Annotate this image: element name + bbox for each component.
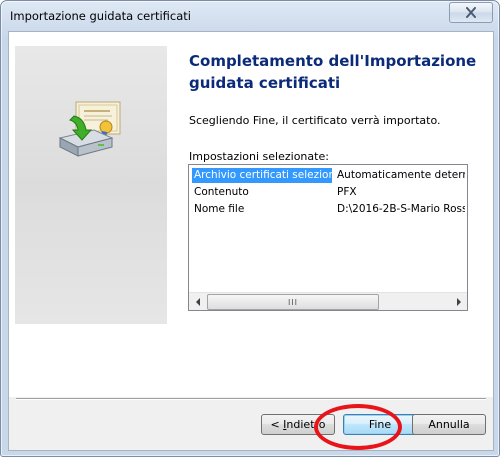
wizard-client-area: Completamento dell'Importazione guidata … bbox=[8, 31, 494, 451]
settings-listview[interactable]: Archivio certificati selezionato Automat… bbox=[188, 164, 468, 311]
close-icon bbox=[466, 7, 476, 18]
setting-property: Nome file bbox=[194, 203, 245, 215]
back-prefix: < bbox=[270, 418, 284, 431]
scrollbar-thumb[interactable]: III bbox=[207, 294, 379, 310]
scrollbar-grip: III bbox=[287, 297, 299, 307]
cancel-button[interactable]: Annulla bbox=[412, 414, 486, 435]
page-description: Scegliendo Fine, il certificato verrà im… bbox=[189, 114, 441, 127]
button-separator bbox=[16, 398, 486, 400]
list-item[interactable]: Nome file D:\2016-2B-S-Mario Rossi bbox=[189, 202, 467, 217]
setting-property: Contenuto bbox=[194, 186, 249, 198]
horizontal-scrollbar[interactable]: III bbox=[189, 292, 467, 310]
window-title: Importazione guidata certificati bbox=[10, 9, 191, 23]
setting-property: Archivio certificati selezionato bbox=[192, 168, 332, 183]
scroll-left-arrow-icon bbox=[195, 297, 200, 306]
setting-value: Automaticamente determi bbox=[337, 169, 465, 181]
wizard-page: Completamento dell'Importazione guidata … bbox=[9, 32, 493, 397]
certificate-install-icon bbox=[58, 101, 121, 157]
scroll-right-button[interactable] bbox=[450, 293, 467, 310]
finish-highlight-annotation bbox=[314, 404, 402, 450]
wizard-side-panel bbox=[15, 46, 167, 324]
list-item[interactable]: Contenuto PFX bbox=[189, 185, 467, 200]
scroll-left-button[interactable] bbox=[189, 293, 206, 310]
scroll-right-arrow-icon bbox=[456, 297, 461, 306]
cancel-label: Annulla bbox=[428, 418, 470, 431]
title-bar[interactable]: Importazione guidata certificati bbox=[1, 1, 499, 31]
list-item[interactable]: Archivio certificati selezionato Automat… bbox=[189, 168, 467, 183]
settings-label: Impostazioni selezionate: bbox=[189, 150, 329, 163]
page-heading: Completamento dell'Importazione guidata … bbox=[189, 52, 477, 92]
wizard-window: Importazione guidata certificati Complet… bbox=[0, 0, 500, 457]
close-button[interactable] bbox=[449, 2, 493, 23]
setting-value: D:\2016-2B-S-Mario Rossi bbox=[337, 203, 465, 215]
setting-value: PFX bbox=[337, 186, 357, 198]
